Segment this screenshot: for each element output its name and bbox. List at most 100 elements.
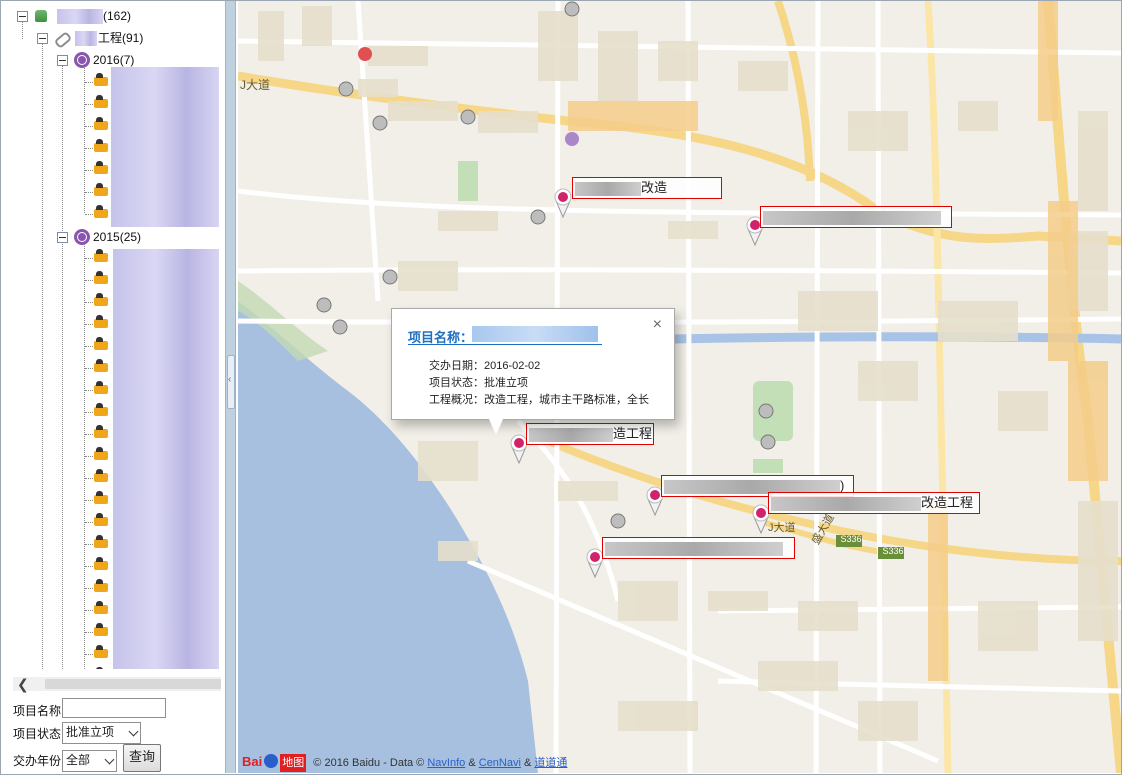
project-icon	[94, 183, 108, 196]
chevron-down-icon	[128, 726, 139, 737]
collapse-toggle[interactable]	[37, 33, 48, 44]
scroll-thumb[interactable]	[45, 679, 221, 689]
tree-root-count: (162)	[103, 9, 132, 23]
baidu-logo-suffix[interactable]: 地图	[280, 754, 307, 772]
project-marker-label[interactable]	[760, 206, 952, 228]
query-button[interactable]: 查询	[123, 744, 161, 772]
redacted-project-name[interactable]	[472, 326, 598, 342]
scroll-left-arrow-icon[interactable]: ❮	[17, 677, 29, 691]
marker-label-suffix: 改造工程	[921, 495, 974, 510]
link-icon	[53, 31, 73, 49]
name-label: 项目名称	[13, 704, 62, 718]
tree-horizontal-scrollbar[interactable]: ❮	[13, 677, 221, 691]
clock-icon	[74, 229, 90, 245]
project-icon	[94, 491, 108, 504]
project-icon	[94, 359, 108, 372]
amp: &	[468, 757, 476, 769]
redacted-text	[605, 541, 783, 556]
year-label: 交办年份	[13, 754, 62, 768]
project-icon	[94, 579, 108, 592]
tree-group-label: 工程(91)	[98, 31, 144, 45]
tree-root-row[interactable]: (162)	[1, 5, 225, 27]
copyright-text: © 2016 Baidu - Data ©	[313, 757, 425, 769]
project-name-input[interactable]	[62, 698, 166, 718]
map-pin-icon[interactable]	[552, 187, 574, 219]
road-shield-label: S336	[882, 546, 904, 556]
project-icon	[94, 139, 108, 152]
redacted-text	[57, 9, 103, 24]
collapse-toggle[interactable]	[57, 232, 68, 243]
year-row: 交办年份	[13, 750, 61, 772]
redacted-list	[111, 67, 219, 227]
collapse-panel-handle[interactable]: ‹	[227, 355, 235, 409]
year-select[interactable]: 全部	[62, 750, 117, 772]
map-view[interactable]: J大道 J大道 盛大道 S336 S336 改造 造工程) 改造工程 项目名称： ×…	[238, 1, 1121, 773]
project-tree: (162) 工程(91) 2016(7) 2015(25)	[1, 1, 225, 669]
clock-icon	[74, 52, 90, 68]
road-shield-label: S336	[840, 534, 862, 544]
status-row: 项目状态	[13, 723, 61, 745]
project-icon	[94, 205, 108, 218]
chevron-left-icon: ‹	[228, 374, 232, 385]
project-icon	[94, 557, 108, 570]
project-icon	[94, 95, 108, 108]
tree-group-row[interactable]: 工程(91)	[1, 27, 225, 49]
project-icon	[94, 535, 108, 548]
close-icon[interactable]: ×	[653, 317, 662, 333]
navinfo-link[interactable]: NavInfo	[427, 757, 465, 769]
year-selected: 全部	[66, 753, 91, 767]
popup-pointer	[488, 417, 504, 435]
redacted-text	[529, 427, 613, 442]
project-status-select[interactable]: 批准立项	[62, 722, 141, 744]
project-icon	[94, 249, 108, 262]
marker-label-suffix: )	[840, 478, 845, 493]
popup-title-underline	[408, 344, 602, 345]
paw-icon	[264, 754, 279, 768]
status-label: 项目状态	[13, 727, 62, 741]
project-marker-label[interactable]	[602, 537, 795, 559]
project-info-popup: 项目名称： × 交办日期：2016-02-02 项目状态：批准立项 工程概况：改…	[391, 308, 675, 435]
popup-status: 项目状态：批准立项	[429, 377, 528, 389]
project-icon	[94, 161, 108, 174]
project-marker-label[interactable]: 改造工程	[768, 492, 980, 514]
project-icon	[94, 623, 108, 636]
marker-label-suffix: 造工程	[613, 426, 653, 441]
road-label: J大道	[768, 522, 796, 534]
collapse-toggle[interactable]	[57, 55, 68, 66]
redacted-text	[763, 210, 941, 225]
tree-year-row[interactable]: 2015(25)	[1, 226, 225, 248]
project-icon	[94, 381, 108, 394]
left-panel: (162) 工程(91) 2016(7) 2015(25) ❮ 项目名称 项目状…	[1, 1, 225, 773]
redacted-list	[113, 249, 219, 669]
project-marker-label[interactable]: 造工程	[526, 423, 654, 445]
map-attribution: Bai 地图 © 2016 Baidu - Data © NavInfo & Ce…	[242, 753, 567, 772]
daodaotong-link[interactable]: 道道通	[534, 757, 567, 769]
chevron-down-icon	[104, 754, 115, 765]
map-canvas	[238, 1, 1121, 773]
cennavi-link[interactable]: CenNavi	[479, 757, 521, 769]
project-icon	[94, 645, 108, 658]
tree-year-label: 2015(25)	[93, 230, 142, 244]
database-icon	[35, 10, 47, 22]
project-icon	[94, 271, 108, 284]
project-icon	[94, 337, 108, 350]
baidu-logo[interactable]: Bai	[242, 753, 262, 771]
project-icon	[94, 601, 108, 614]
marker-label-suffix: 改造	[641, 180, 668, 195]
project-marker-label[interactable]: 改造	[572, 177, 722, 199]
project-icon	[94, 469, 108, 482]
project-icon	[94, 425, 108, 438]
road-label: J大道	[240, 78, 271, 92]
collapse-toggle[interactable]	[17, 11, 28, 22]
popup-date: 交办日期：2016-02-02	[429, 360, 541, 372]
redacted-text	[575, 181, 641, 196]
project-icon	[94, 117, 108, 130]
project-icon	[94, 315, 108, 328]
project-icon	[94, 73, 108, 86]
status-selected: 批准立项	[66, 725, 115, 739]
popup-overview: 工程概况：改造工程，城市主干路标准，全长	[429, 394, 649, 406]
project-icon	[94, 447, 108, 460]
redacted-text	[771, 496, 921, 511]
amp: &	[524, 757, 532, 769]
panel-splitter[interactable]: ‹	[225, 1, 236, 773]
